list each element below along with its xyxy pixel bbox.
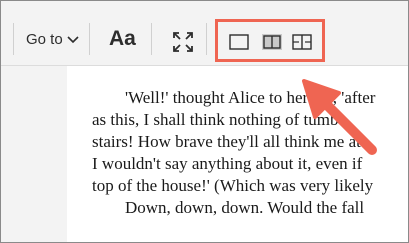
goto-label: Go to (26, 31, 63, 48)
text-line: as this, I shall think nothing of tumb (92, 110, 339, 129)
two-page-layout-icon[interactable] (262, 34, 282, 50)
text-line: stairs! How brave they'll all think me a… (92, 132, 361, 151)
text-line: Down, down, down. Would the fall (125, 198, 365, 217)
font-settings-button[interactable]: Aa (109, 27, 136, 51)
toolbar: Go to Aa (1, 1, 408, 66)
single-page-layout-icon[interactable] (229, 34, 249, 50)
fullscreen-icon[interactable] (172, 31, 194, 53)
text-line: I wouldn't say anything about it, even i… (92, 154, 363, 173)
scrolled-layout-icon[interactable] (292, 34, 312, 50)
toolbar-divider (89, 23, 90, 55)
reader-window: Go to Aa 'Well!' thought Alice to hersel… (0, 0, 409, 243)
page-margin (1, 66, 67, 242)
text-line: 'Well!' thought Alice to herself, 'after (125, 88, 376, 107)
toolbar-divider (206, 23, 207, 55)
text-line: top of the house!' (Which was very likel… (92, 176, 374, 195)
toolbar-divider (151, 23, 152, 55)
chevron-down-icon (67, 35, 79, 43)
goto-button[interactable]: Go to (26, 31, 79, 48)
book-text: 'Well!' thought Alice to herself, 'after… (92, 87, 408, 219)
toolbar-divider (13, 23, 14, 55)
